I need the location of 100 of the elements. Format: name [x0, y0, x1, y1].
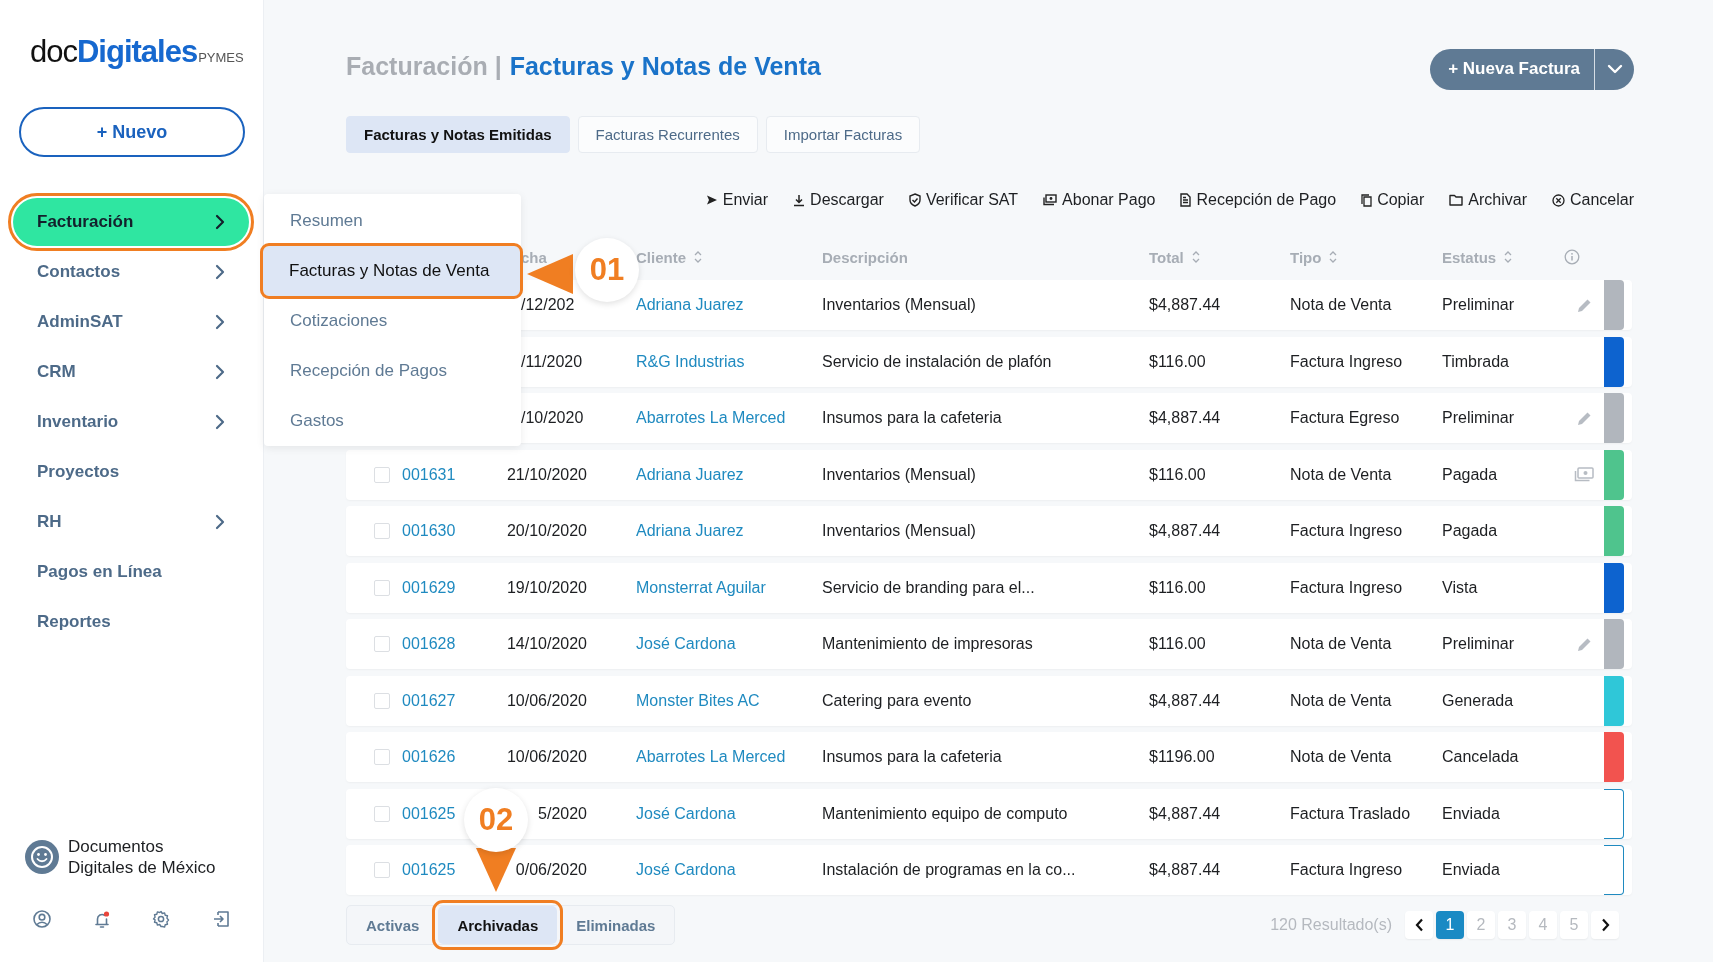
status-text: Enviada — [1442, 861, 1500, 879]
checkbox[interactable] — [374, 636, 390, 652]
client-link[interactable]: Adriana Juarez — [636, 465, 744, 484]
toolbar-button[interactable]: Descargar — [793, 183, 884, 217]
column-header[interactable]: Estatus — [1442, 248, 1564, 266]
cancel-icon — [1551, 193, 1565, 207]
toolbar-button[interactable]: Abonar Pago — [1043, 183, 1156, 217]
client-link[interactable]: Adriana Juarez — [636, 296, 744, 314]
filter-tab[interactable]: Eliminadas — [557, 906, 675, 944]
table-cell: Servicio de instalación de plafón — [822, 352, 1052, 371]
tab[interactable]: Facturas y Notas Emitidas — [346, 116, 570, 153]
column-header[interactable]: Total — [1149, 248, 1290, 266]
folio-link[interactable]: 001629 — [402, 578, 456, 597]
menu-item[interactable]: Cotizaciones — [264, 296, 521, 346]
toolbar-button[interactable]: Verificar SAT — [908, 183, 1019, 217]
status-text: Enviada — [1442, 804, 1500, 823]
nav-item[interactable]: Proyectos — [13, 448, 249, 496]
client-link[interactable]: José Cardona — [636, 861, 736, 879]
nav-item[interactable]: Inventario — [13, 398, 249, 446]
folio-link[interactable]: 001628 — [402, 635, 456, 653]
checkbox[interactable] — [374, 692, 390, 709]
toolbar-button[interactable]: Recepción de Pago — [1180, 183, 1337, 217]
folio-link[interactable]: 001625 — [402, 804, 456, 823]
table-cell: Nota de Venta — [1290, 748, 1392, 766]
table-cell: $116.00 — [1149, 578, 1206, 597]
table-cell: $4,887.44 — [1149, 522, 1221, 540]
client-link[interactable]: Monsterrat Aguilar — [636, 578, 766, 597]
table-cell: $4,887.44 — [1149, 409, 1221, 427]
info-icon[interactable] — [1564, 249, 1580, 265]
table-cell: $116.00 — [1149, 635, 1206, 653]
nav-item[interactable]: RH — [13, 498, 249, 546]
previous-page-button[interactable] — [1405, 911, 1433, 939]
status-text: Generada — [1442, 691, 1514, 710]
new-invoice-button[interactable]: + Nueva Factura — [1430, 48, 1594, 90]
table-cell: $4,887.44 — [1149, 861, 1221, 879]
next-page-button[interactable] — [1591, 911, 1619, 939]
checkbox[interactable] — [374, 466, 390, 483]
filter-tab[interactable]: Activas — [347, 906, 439, 944]
table-cell-text: 10/06/2020 — [505, 691, 587, 710]
checkbox[interactable] — [374, 862, 390, 878]
settings-icon[interactable] — [152, 910, 171, 928]
checkbox[interactable] — [374, 523, 390, 539]
column-header[interactable]: Tipo — [1290, 248, 1442, 266]
client-link[interactable]: Monster Bites AC — [636, 691, 760, 710]
new-button[interactable]: + Nuevo — [19, 107, 245, 157]
page-button[interactable]: 1 — [1436, 911, 1464, 939]
client-link[interactable]: José Cardona — [636, 804, 736, 823]
client-link[interactable]: Adriana Juarez — [636, 522, 744, 540]
user-icon[interactable] — [33, 910, 51, 928]
money-icon[interactable] — [1574, 467, 1594, 482]
dropdown-button[interactable] — [1594, 48, 1634, 90]
status-text: Pagada — [1442, 465, 1498, 484]
chevron-right-icon — [215, 314, 225, 330]
folio-link[interactable]: 001631 — [402, 465, 456, 484]
client-link[interactable]: R&G Industrias — [636, 352, 745, 371]
menu-item[interactable]: Gastos — [264, 396, 521, 446]
table-cell: Factura Egreso — [1290, 409, 1400, 427]
table-cell-text: /12/202 — [520, 296, 575, 314]
breadcrumb-section: Facturación | — [346, 51, 502, 81]
tab[interactable]: Facturas Recurrentes — [577, 116, 758, 153]
toolbar-button[interactable]: Enviar — [705, 183, 769, 217]
toolbar-button[interactable]: Cancelar — [1551, 183, 1634, 217]
nav-item[interactable]: Reportes — [13, 598, 249, 646]
notification-icon[interactable] — [92, 910, 111, 929]
table-cell: $1196.00 — [1149, 748, 1215, 766]
client-link[interactable]: Abarrotes La Merced — [636, 748, 786, 766]
nav-item[interactable]: CRM — [13, 348, 249, 396]
column-header[interactable]: Cliente — [636, 248, 822, 266]
pencil-icon[interactable] — [1576, 297, 1592, 313]
chevron-right-icon — [215, 414, 225, 430]
table-cell-text: 20/10/2020 — [505, 522, 587, 540]
pencil-icon[interactable] — [1576, 636, 1592, 652]
menu-item[interactable]: Facturas y Notas de Venta — [263, 246, 520, 296]
tab[interactable]: Importar Facturas — [765, 116, 921, 153]
table-cell: Mantenimiento equipo de computo — [822, 804, 1068, 823]
nav-item[interactable]: Contactos — [13, 248, 249, 296]
client-link[interactable]: José Cardona — [636, 635, 736, 653]
checkbox[interactable] — [374, 579, 390, 596]
checkbox[interactable] — [374, 805, 390, 822]
folio-link[interactable]: 001630 — [402, 522, 456, 540]
menu-item[interactable]: Resumen — [264, 196, 521, 246]
folio-link[interactable]: 001625 — [402, 861, 456, 879]
menu-item[interactable]: Recepción de Pagos — [264, 346, 521, 396]
folio-link[interactable]: 001627 — [402, 691, 456, 710]
chevron-right-icon — [1600, 918, 1610, 932]
page-title: Facturas y Notas de Venta — [509, 51, 821, 81]
status-text: Preliminar — [1442, 296, 1514, 314]
logout-icon[interactable] — [211, 910, 230, 928]
column-header[interactable]: Descripción — [822, 248, 1149, 266]
table-cell-text: /10/2020 — [520, 409, 584, 427]
folio-link[interactable]: 001626 — [402, 748, 456, 766]
toolbar-button[interactable]: Archivar — [1449, 183, 1527, 217]
client-link[interactable]: Abarrotes La Merced — [636, 409, 786, 427]
nav-item[interactable]: AdminSAT — [13, 298, 249, 346]
pencil-icon[interactable] — [1576, 410, 1592, 426]
logo: docDigitalesPYMES — [30, 34, 244, 71]
checkbox[interactable] — [374, 749, 390, 765]
nav-item[interactable]: Pagos en Línea — [13, 548, 249, 596]
table-cell: Mantenimiento de impresoras — [822, 635, 1033, 653]
toolbar-button[interactable]: Copiar — [1361, 183, 1425, 217]
